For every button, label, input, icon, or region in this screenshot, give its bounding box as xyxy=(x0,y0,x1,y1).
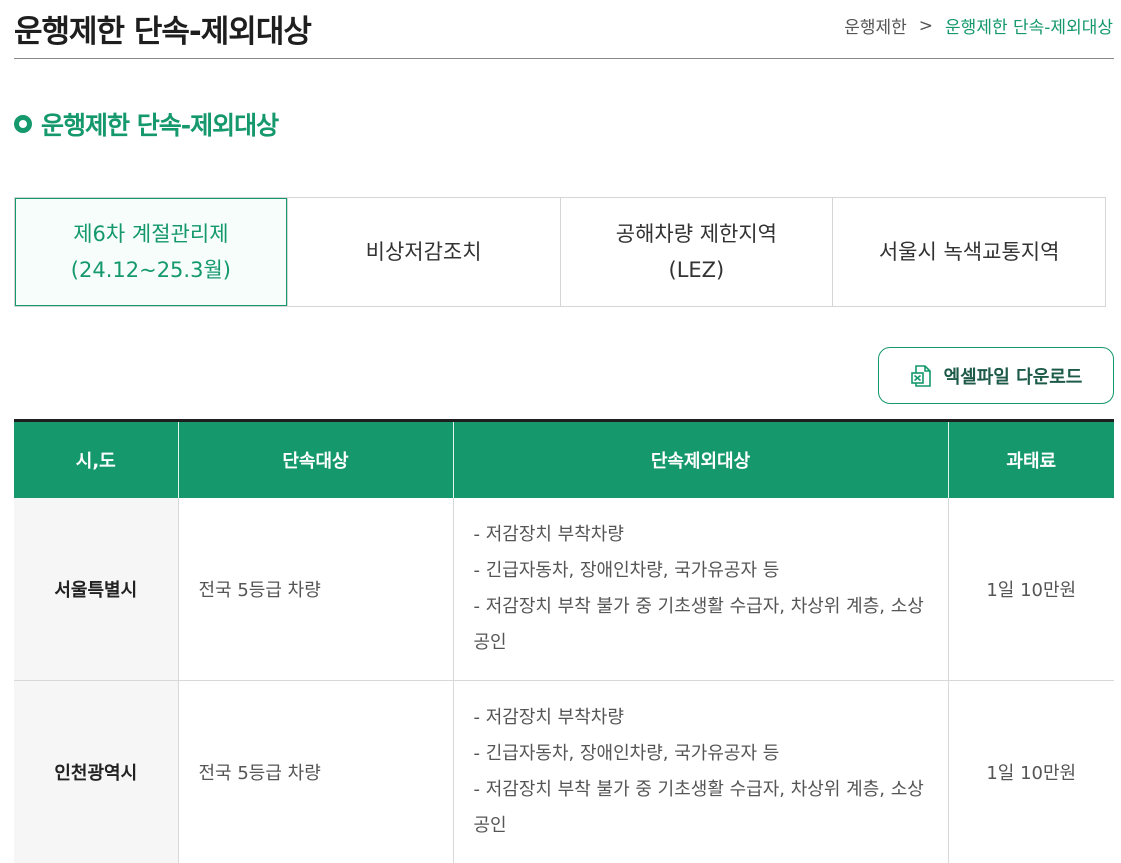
enforcement-table: 시,도 단속대상 단속제외대상 과태료 서울특별시 전국 5등급 차량 - 저감… xyxy=(14,419,1114,863)
exclusion-item: - 저감장치 부착차량 xyxy=(473,523,624,545)
excel-file-icon xyxy=(910,364,934,388)
exclusion-item: - 저감장치 부착 불가 중 기초생활 수급자, 차상위 계층, 소상공인 xyxy=(473,595,924,653)
cell-fine: 1일 10만원 xyxy=(947,497,1114,681)
tab-lez[interactable]: 공해차량 제한지역 (LEZ) xyxy=(559,198,833,306)
exclusion-item: - 저감장치 부착 불가 중 기초생활 수급자, 차상위 계층, 소상공인 xyxy=(473,779,924,836)
header-target: 단속대상 xyxy=(177,419,453,498)
exclusion-item: - 긴급자동차, 장애인차량, 국가유공자 등 xyxy=(473,743,780,764)
cell-target: 전국 5등급 차량 xyxy=(177,680,453,863)
tab-emergency-reduction[interactable]: 비상저감조치 xyxy=(286,198,560,306)
exclusion-item: - 긴급자동차, 장애인차량, 국가유공자 등 xyxy=(473,559,780,581)
section-title: 운행제한 단속-제외대상 xyxy=(41,111,279,140)
cell-exclusions: - 저감장치 부착차량 - 긴급자동차, 장애인차량, 국가유공자 등 - 저감… xyxy=(452,497,948,681)
cell-region: 인천광역시 xyxy=(14,680,178,863)
exclusion-item: - 저감장치 부착차량 xyxy=(473,707,624,728)
tab-label: 제6차 계절관리제 (24.12~25.3월) xyxy=(70,222,231,282)
cell-exclusions: - 저감장치 부착차량 - 긴급자동차, 장애인차량, 국가유공자 등 - 저감… xyxy=(452,680,948,863)
excel-download-button[interactable]: 엑셀파일 다운로드 xyxy=(878,347,1114,404)
header-exclusions: 단속제외대상 xyxy=(452,419,948,498)
table-row: 서울특별시 전국 5등급 차량 - 저감장치 부착차량 - 긴급자동차, 장애인… xyxy=(14,497,1114,681)
excel-download-label: 엑셀파일 다운로드 xyxy=(943,366,1083,388)
section-heading: 운행제한 단속-제외대상 xyxy=(14,106,279,142)
title-divider xyxy=(14,58,1114,59)
tab-seasonal-management[interactable]: 제6차 계절관리제 (24.12~25.3월) xyxy=(15,198,287,306)
tab-label: 공해차량 제한지역 (LEZ) xyxy=(615,222,777,282)
breadcrumb-separator: > xyxy=(918,15,934,36)
page-title: 운행제한 단속-제외대상 xyxy=(14,14,312,50)
cell-target: 전국 5등급 차량 xyxy=(177,497,453,681)
header-region: 시,도 xyxy=(14,419,178,498)
breadcrumb-current: 운행제한 단속-제외대상 xyxy=(945,18,1113,38)
table-row: 인천광역시 전국 5등급 차량 - 저감장치 부착차량 - 긴급자동차, 장애인… xyxy=(14,680,1114,863)
tab-green-transport-zone[interactable]: 서울시 녹색교통지역 xyxy=(832,198,1105,306)
tab-label: 비상저감조치 xyxy=(365,240,482,264)
breadcrumb-home-link[interactable]: 운행제한 xyxy=(844,13,907,38)
header-fine: 과태료 xyxy=(947,419,1114,498)
breadcrumb: 운행제한 > 운행제한 단속-제외대상 xyxy=(844,13,1113,39)
bullet-ring-icon xyxy=(14,115,32,133)
tab-label: 서울시 녹색교통지역 xyxy=(878,240,1060,264)
cell-region: 서울특별시 xyxy=(14,497,178,681)
table-header-row: 시,도 단속대상 단속제외대상 과태료 xyxy=(14,419,1114,498)
cell-fine: 1일 10만원 xyxy=(947,680,1114,863)
tab-bar: 제6차 계절관리제 (24.12~25.3월) 비상저감조치 공해차량 제한지역… xyxy=(14,197,1106,307)
